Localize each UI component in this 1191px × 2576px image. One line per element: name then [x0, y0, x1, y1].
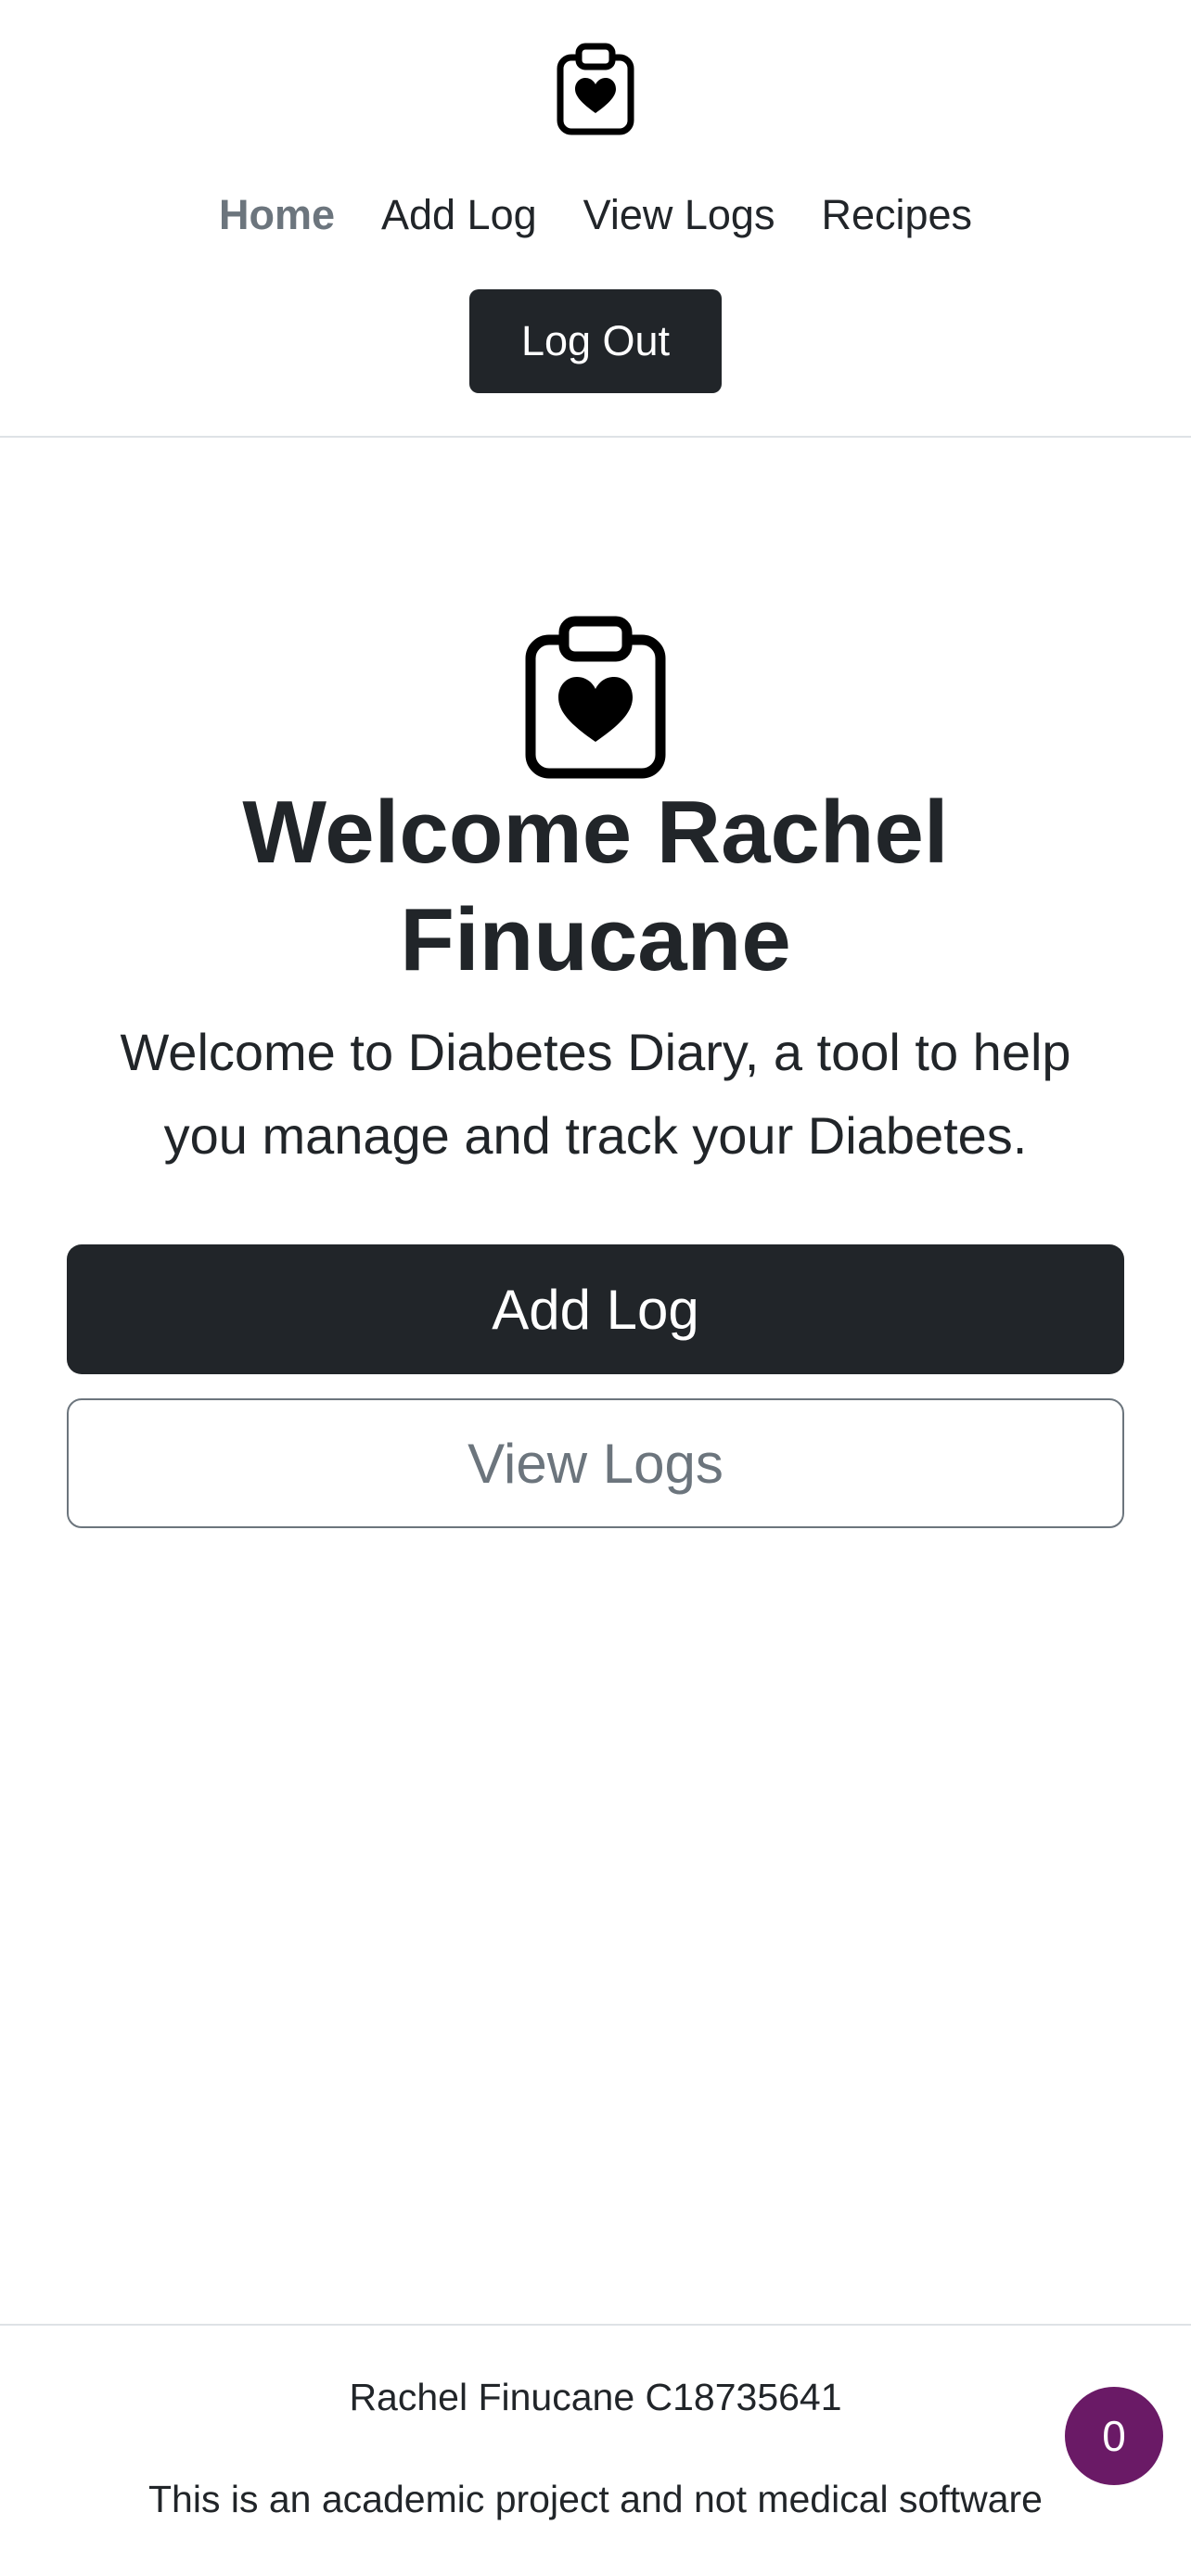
- nav-home[interactable]: Home: [219, 191, 335, 239]
- footer-author: Rachel Finucane C18735641: [349, 2376, 842, 2418]
- site-footer: Rachel Finucane C18735641 This is an aca…: [0, 2324, 1191, 2576]
- nav-recipes[interactable]: Recipes: [821, 191, 972, 239]
- page-title: Welcome Rachel Finucane: [242, 783, 949, 989]
- welcome-description: Welcome to Diabetes Diary, a tool to hel…: [120, 1023, 1071, 1165]
- notification-badge[interactable]: 0: [1065, 2387, 1163, 2485]
- clipboard-heart-icon[interactable]: [555, 43, 636, 135]
- logout-button[interactable]: Log Out: [469, 289, 722, 393]
- footer-disclaimer: This is an academic project and not medi…: [148, 2478, 1043, 2520]
- page: Home Add Log View Logs Recipes Log Out W…: [0, 0, 1191, 2576]
- nav-view-logs[interactable]: View Logs: [583, 191, 775, 239]
- nav-add-log[interactable]: Add Log: [381, 191, 537, 239]
- clipboard-heart-icon: [523, 616, 668, 779]
- view-logs-button[interactable]: View Logs: [67, 1398, 1124, 1528]
- main-nav: Home Add Log View Logs Recipes: [0, 182, 1191, 249]
- add-log-button[interactable]: Add Log: [67, 1244, 1124, 1374]
- site-header: Home Add Log View Logs Recipes Log Out: [0, 0, 1191, 438]
